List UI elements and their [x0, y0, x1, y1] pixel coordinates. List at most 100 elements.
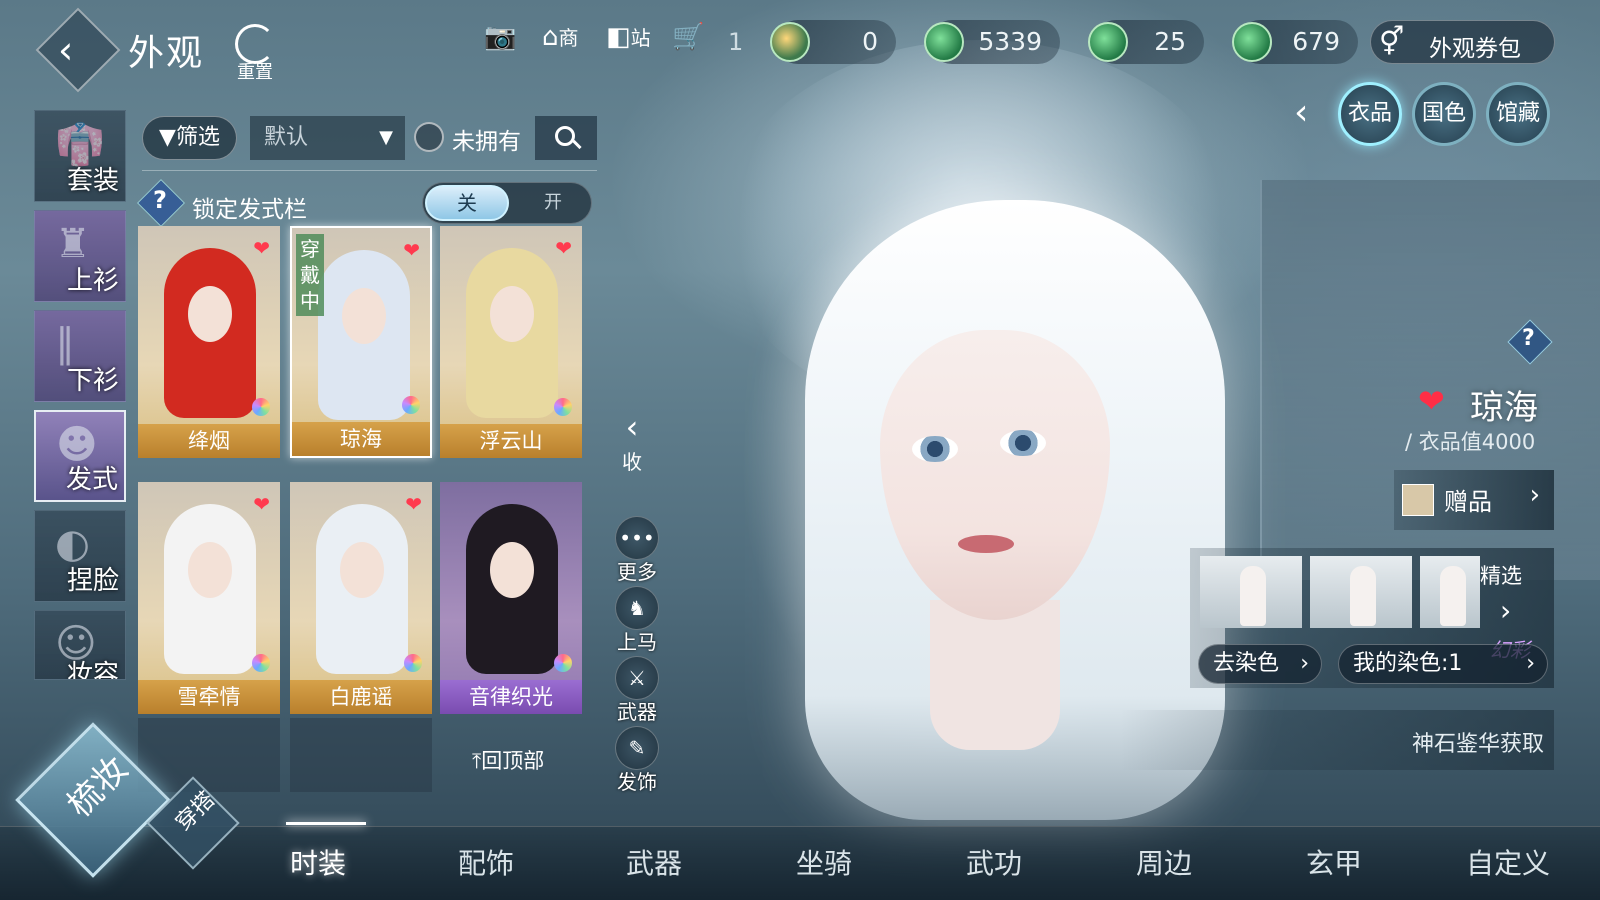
category-face-sculpt[interactable]: ◐ 捏脸	[34, 510, 126, 602]
currency-amount: 25	[1154, 27, 1186, 56]
hairstyle-card[interactable]: ❤ 浮云山	[440, 226, 582, 458]
dye-button[interactable]: 去染色 ›	[1198, 644, 1322, 684]
hairstyle-name: 白鹿谣	[290, 680, 432, 714]
cart-icon[interactable]: 🛒	[672, 22, 704, 62]
heart-icon[interactable]: ❤	[253, 236, 270, 260]
preview-thumbnail[interactable]	[1310, 556, 1412, 628]
category-label: 发式	[65, 465, 118, 495]
category-bottom[interactable]: ∥ 下衫	[34, 310, 126, 402]
bottom-nav-item[interactable]: 周边	[1136, 842, 1192, 882]
hairstyle-name: 浮云山	[440, 424, 582, 458]
hairstyle-name: 音律织光	[440, 680, 582, 714]
shop-button[interactable]: ⌂商	[542, 22, 579, 62]
my-dye-button[interactable]: 我的染色:1 ›	[1338, 644, 1548, 684]
back-to-top-label: 回顶部	[481, 749, 545, 773]
category-outfit[interactable]: 👘 套装	[34, 110, 126, 202]
category-hairstyle[interactable]: ☻ 发式	[34, 410, 126, 502]
heart-icon[interactable]: ❤	[1418, 382, 1445, 420]
chevron-left-icon: ‹	[625, 408, 639, 446]
tab-collection[interactable]: 馆藏	[1486, 82, 1550, 146]
chevron-right-icon[interactable]: ›	[1500, 594, 1511, 627]
source-label: 神石鉴华获取	[1411, 732, 1544, 757]
mount-button[interactable]: ♞ 上马	[612, 586, 662, 655]
my-dye-label: 我的染色:1	[1353, 651, 1463, 676]
tabs-collapse-chevron-icon[interactable]: ‹	[1294, 92, 1308, 133]
bottom-nav-item[interactable]: 武器	[626, 842, 682, 882]
hairstyle-card-partial[interactable]	[138, 718, 280, 792]
collapse-label: 收	[622, 450, 642, 474]
hairpin-icon: ✎	[615, 726, 659, 770]
currency-jade-gold[interactable]: 0	[770, 20, 896, 64]
heart-icon[interactable]: ❤	[403, 238, 420, 262]
item-name: 琼海	[1470, 388, 1538, 428]
source-bar[interactable]: 神石鉴华获取	[1120, 710, 1554, 770]
category-label: 套装	[66, 166, 119, 196]
toggle-off-option[interactable]: 关	[425, 185, 509, 221]
bottom-nav-item[interactable]: 武功	[966, 842, 1022, 882]
hair-accessory-button[interactable]: ✎ 发饰	[612, 726, 662, 795]
voucher-pack-button[interactable]: ⚥ 外观券包	[1370, 20, 1555, 64]
sort-dropdown[interactable]: 默认 ▼	[250, 116, 405, 160]
category-top[interactable]: ♜ 上衫	[34, 210, 126, 302]
hairstyle-card-partial[interactable]	[290, 718, 432, 792]
sort-value: 默认	[264, 125, 309, 150]
currency-amount: 679	[1292, 27, 1340, 56]
hairstyle-card[interactable]: 音律织光	[440, 482, 582, 714]
jade-coin-icon	[924, 22, 964, 62]
back-button[interactable]	[35, 7, 121, 93]
item-value-label: 衣品值4000	[1418, 430, 1536, 454]
cart-count: 1	[728, 28, 744, 56]
character-right-eye	[1000, 430, 1046, 456]
bottom-nav-item[interactable]: 坐骑	[796, 842, 852, 882]
back-to-top-button[interactable]: ⤒回顶部	[472, 745, 544, 775]
more-label: 更多	[617, 560, 657, 584]
hairstyle-card[interactable]: ❤ 白鹿谣	[290, 482, 432, 714]
camera-icon[interactable]: 📷	[484, 22, 516, 62]
arrow-up-icon: ⤒	[472, 749, 482, 773]
station-button[interactable]: ◧站	[606, 22, 651, 62]
filter-divider	[142, 170, 597, 171]
currency-jade-c[interactable]: 679	[1232, 20, 1358, 64]
character-left-eye	[912, 436, 958, 462]
search-button[interactable]	[535, 116, 597, 160]
heart-icon[interactable]: ❤	[555, 236, 572, 260]
filter-label: 筛选	[175, 125, 220, 150]
heart-icon[interactable]: ❤	[405, 492, 422, 516]
tab-national-color[interactable]: 国色	[1412, 82, 1476, 146]
search-icon	[555, 126, 575, 146]
featured-label[interactable]: 精选	[1480, 560, 1522, 590]
hairstyle-card[interactable]: ❤ 绛烟	[138, 226, 280, 458]
gender-swap-icon: ⚥	[1379, 25, 1405, 58]
hairstyle-name: 雪牵情	[138, 680, 280, 714]
filter-button[interactable]: ▼筛选	[142, 116, 237, 160]
currency-jade-a[interactable]: 5339	[924, 20, 1060, 64]
more-button[interactable]: ••• 更多	[612, 516, 662, 585]
bottom-nav-item[interactable]: 配饰	[458, 842, 514, 882]
toggle-on-option[interactable]: 开	[518, 183, 588, 223]
currency-jade-b[interactable]: 25	[1088, 20, 1204, 64]
search-icon-handle	[572, 139, 582, 150]
lock-hairstyle-label: 锁定发式栏	[192, 197, 307, 223]
preview-thumbnail[interactable]	[1200, 556, 1302, 628]
heart-icon[interactable]: ❤	[253, 492, 270, 516]
unowned-label: 未拥有	[452, 129, 521, 155]
weapon-label: 武器	[617, 700, 657, 724]
bottom-nav-item[interactable]: 玄甲	[1306, 842, 1362, 882]
hairstyle-card[interactable]: ❤ 穿戴中 琼海	[290, 226, 432, 458]
reset-button[interactable]: 重置	[230, 24, 280, 84]
chevron-right-icon: ›	[1300, 651, 1309, 676]
lock-toggle[interactable]: 关 开	[422, 182, 592, 224]
tab-clothing-rating[interactable]: 衣品	[1338, 82, 1402, 146]
preview-thumbnail[interactable]	[1420, 556, 1480, 628]
weapon-button[interactable]: ⚔ 武器	[612, 656, 662, 725]
bottom-nav-item[interactable]: 自定义	[1466, 842, 1550, 882]
bottom-nav-item[interactable]: 时装	[290, 842, 346, 882]
mount-label: 上马	[617, 630, 657, 654]
more-dots-icon: •••	[615, 516, 659, 560]
collapse-button[interactable]: ‹ 收	[612, 408, 652, 475]
category-makeup[interactable]: ☺ 妆容	[34, 610, 126, 680]
station-label: 站	[630, 26, 651, 50]
hairstyle-card[interactable]: ❤ 雪牵情	[138, 482, 280, 714]
gift-button[interactable]: 赠品 ›	[1394, 470, 1554, 530]
unowned-radio[interactable]	[414, 122, 444, 152]
